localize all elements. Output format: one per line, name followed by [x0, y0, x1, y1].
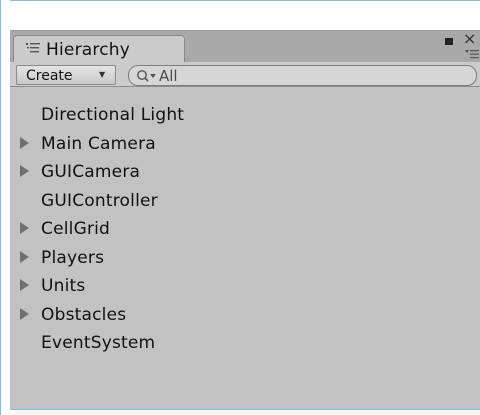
hierarchy-item-label: Players [41, 247, 105, 268]
search-input[interactable] [159, 67, 459, 84]
hierarchy-item[interactable]: EventSystem [10, 328, 480, 357]
hierarchy-item-label: Units [41, 276, 86, 296]
hierarchy-item-label: GUIController [41, 190, 158, 211]
window-edge-top [0, 0, 480, 30]
expand-arrow-icon[interactable] [20, 307, 29, 320]
hierarchy-item[interactable]: CellGrid [10, 214, 480, 243]
hierarchy-item[interactable]: Main Camera [10, 129, 480, 158]
hierarchy-item[interactable]: GUIController [10, 186, 480, 215]
hierarchy-item-label: Obstacles [41, 304, 127, 325]
hierarchy-item[interactable]: Players [10, 243, 480, 272]
list-icon [26, 43, 40, 53]
hierarchy-item[interactable]: Units [10, 271, 480, 300]
create-dropdown-button[interactable]: Create ▼ [16, 65, 116, 85]
tab-strip: Hierarchy × [10, 30, 480, 64]
hierarchy-item-label: Directional Light [41, 105, 185, 125]
search-icon[interactable] [136, 69, 158, 83]
chevron-down-icon: ▼ [99, 70, 106, 79]
expand-arrow-icon[interactable] [20, 250, 29, 263]
create-label: Create [26, 68, 73, 84]
hierarchy-item-label: GUICamera [41, 162, 141, 182]
hierarchy-panel: Hierarchy × Create ▼ Directional Light Ma… [0, 0, 480, 415]
hierarchy-item-label: CellGrid [41, 219, 111, 239]
maximize-icon[interactable] [445, 38, 453, 45]
window-edge-left [0, 0, 10, 415]
hierarchy-item-label: Main Camera [41, 133, 156, 154]
tab-title: Hierarchy [46, 40, 130, 60]
expand-arrow-icon[interactable] [20, 222, 29, 234]
expand-arrow-icon[interactable] [20, 136, 29, 149]
window-edge-bottom [10, 409, 480, 415]
hierarchy-list: Directional Light Main Camera GUICamera GUI… [10, 100, 480, 357]
expand-arrow-icon[interactable] [20, 279, 29, 291]
hierarchy-item[interactable]: Directional Light [10, 100, 480, 129]
expand-arrow-icon[interactable] [20, 165, 29, 177]
hierarchy-item[interactable]: GUICamera [10, 157, 480, 186]
hierarchy-item-label: EventSystem [41, 333, 156, 353]
panel-menu-icon[interactable] [465, 49, 479, 59]
tab-hierarchy[interactable]: Hierarchy [13, 35, 185, 64]
search-field[interactable] [128, 65, 477, 86]
hierarchy-toolbar: Create ▼ [10, 62, 480, 87]
close-icon[interactable]: × [463, 31, 477, 47]
hierarchy-item[interactable]: Obstacles [10, 300, 480, 329]
